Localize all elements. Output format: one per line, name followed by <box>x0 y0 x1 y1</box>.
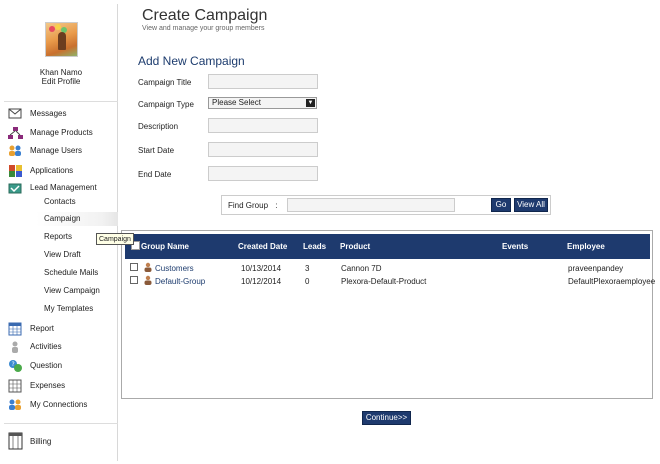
product-name: Plexora-Default-Product <box>341 277 427 286</box>
expenses-icon <box>8 379 22 393</box>
nav-label: Expenses <box>30 381 66 390</box>
table-row: Customers 10/13/2014 3 Cannon 7D praveen… <box>125 262 650 275</box>
main-content: Create Campaign View and manage your gro… <box>118 0 660 464</box>
nav-manage-users[interactable]: Manage Users <box>4 143 118 159</box>
continue-button[interactable]: Continue>> <box>362 411 411 425</box>
activities-icon <box>12 341 18 353</box>
billing-icon <box>8 432 23 450</box>
go-button[interactable]: Go <box>491 198 511 212</box>
find-group-colon: : <box>275 201 278 210</box>
col-employee[interactable]: Employee <box>567 242 605 251</box>
find-group-bar: Find Group : Go View All <box>221 195 551 215</box>
row-checkbox[interactable] <box>130 263 138 271</box>
nav-label: Report <box>30 324 55 333</box>
nav-question[interactable]: ? Question <box>4 358 118 374</box>
col-group-name[interactable]: Group Name <box>141 242 189 251</box>
subnav-view-campaign[interactable]: View Campaign <box>44 284 100 298</box>
start-date-input[interactable] <box>208 142 318 157</box>
nav-label: Applications <box>30 166 74 175</box>
nav-label: Manage Users <box>30 146 83 155</box>
nav-label: Question <box>30 361 63 370</box>
nav-activities[interactable]: Activities <box>4 339 118 355</box>
employee-name: DefaultPlexoraemployee <box>568 277 656 286</box>
page-subtitle: View and manage your group members <box>142 25 265 32</box>
campaign-title-label: Campaign Title <box>138 78 192 87</box>
campaign-type-select[interactable]: Please Select ▼ <box>208 97 317 109</box>
report-icon <box>8 322 22 336</box>
created-date: 10/13/2014 <box>241 264 282 273</box>
campaign-type-label: Campaign Type <box>138 100 194 109</box>
product-name: Cannon 7D <box>341 264 382 273</box>
tooltip: Campaign <box>96 233 134 245</box>
profile-name: Khan Namo <box>39 68 83 77</box>
profile-panel: Khan Namo Edit Profile <box>4 4 118 100</box>
campaign-title-input[interactable] <box>208 74 318 89</box>
nav-messages[interactable]: Messages <box>4 106 118 122</box>
nav-report[interactable]: Report <box>4 321 118 337</box>
messages-icon <box>8 108 22 119</box>
employee-name: praveenpandey <box>568 264 624 273</box>
page-title: Create Campaign <box>142 7 268 24</box>
edit-profile-link[interactable]: Edit Profile <box>4 77 118 86</box>
chevron-down-icon: ▼ <box>306 99 315 107</box>
col-leads[interactable]: Leads <box>303 242 326 251</box>
groups-table: Group Name Created Date Leads Product Ev… <box>121 230 655 399</box>
end-date-label: End Date <box>138 170 172 179</box>
applications-icon <box>9 165 22 177</box>
view-all-button[interactable]: View All <box>514 198 548 212</box>
nav-label: Messages <box>30 109 67 118</box>
users-icon <box>9 145 21 156</box>
question-icon: ? <box>9 360 22 372</box>
nav-label: Billing <box>30 437 52 446</box>
subnav-view-draft[interactable]: View Draft <box>44 248 81 262</box>
nav-label: Manage Products <box>30 128 93 137</box>
divider <box>4 423 118 424</box>
lead-management-icon <box>8 183 22 194</box>
description-input[interactable] <box>208 118 318 133</box>
nav-billing[interactable]: Billing <box>4 432 118 452</box>
col-events[interactable]: Events <box>502 242 528 251</box>
leads-count: 3 <box>305 264 310 273</box>
start-date-label: Start Date <box>138 146 175 155</box>
nav-label: My Connections <box>30 400 88 409</box>
table-row: Default-Group 10/12/2014 0 Plexora-Defau… <box>125 275 655 288</box>
nav-expenses[interactable]: Expenses <box>4 378 118 394</box>
find-group-input[interactable] <box>287 198 455 212</box>
user-icon <box>144 262 152 272</box>
find-group-text: Find Group <box>228 201 269 210</box>
subnav-contacts[interactable]: Contacts <box>44 195 76 209</box>
nav-label: Activities <box>30 342 62 351</box>
svg-text:?: ? <box>12 361 15 368</box>
divider <box>4 101 118 102</box>
user-icon <box>144 275 152 285</box>
end-date-input[interactable] <box>208 166 318 181</box>
subnav-my-templates[interactable]: My Templates <box>44 302 93 316</box>
connections-icon <box>9 399 21 410</box>
subnav-schedule-mails[interactable]: Schedule Mails <box>44 266 98 280</box>
find-group-label: Find Group : <box>228 201 278 210</box>
subnav-campaign[interactable]: Campaign <box>36 212 118 226</box>
col-created-date[interactable]: Created Date <box>238 242 287 251</box>
description-label: Description <box>138 122 179 131</box>
nav-manage-products[interactable]: Manage Products <box>4 125 118 141</box>
form-title: Add New Campaign <box>138 54 245 68</box>
col-product[interactable]: Product <box>340 242 370 251</box>
campaign-type-value: Please Select <box>212 98 261 107</box>
nav-label: Lead Management <box>30 183 97 192</box>
subnav-reports[interactable]: Reports <box>44 230 72 244</box>
group-name-link[interactable]: Customers <box>155 264 194 273</box>
table-header: Group Name Created Date Leads Product Ev… <box>125 234 650 259</box>
leads-count: 0 <box>305 277 310 286</box>
row-checkbox[interactable] <box>130 276 138 284</box>
group-name-link[interactable]: Default-Group <box>155 277 205 286</box>
products-icon <box>8 127 23 139</box>
figure-shape <box>58 32 66 50</box>
nav-my-connections[interactable]: My Connections <box>4 397 118 413</box>
created-date: 10/12/2014 <box>241 277 282 286</box>
nav-applications[interactable]: Applications <box>4 163 118 179</box>
nav-lead-management[interactable]: Lead Management <box>4 180 118 196</box>
avatar[interactable] <box>45 22 78 57</box>
